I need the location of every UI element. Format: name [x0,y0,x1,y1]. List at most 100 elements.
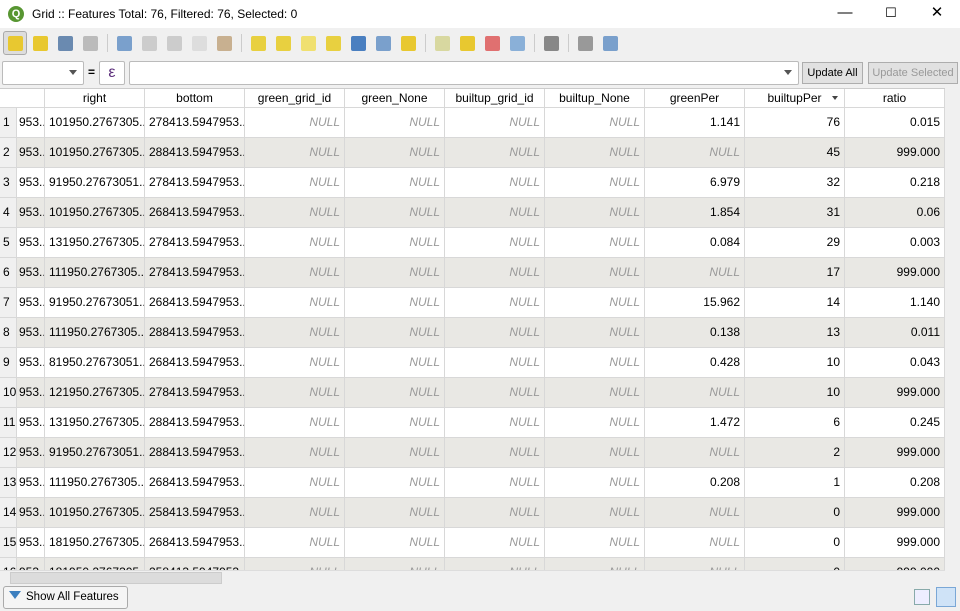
table-cell[interactable]: 101950.2767305... [45,498,145,528]
table-cell[interactable]: NULL [545,228,645,258]
table-cell[interactable]: 278413.5947953... [145,258,245,288]
column-header[interactable]: greenPer [645,89,745,108]
table-cell[interactable]: 91950.27673051... [45,168,145,198]
table-row[interactable]: 2953...101950.2767305...288413.5947953..… [0,138,945,168]
table-cell[interactable]: NULL [445,228,545,258]
table-cell[interactable]: NULL [545,288,645,318]
table-cell[interactable]: 999.000 [845,138,945,168]
table-row[interactable]: 9953...81950.27673051...268413.5947953..… [0,348,945,378]
new-field-button[interactable] [455,31,479,55]
column-header[interactable]: builtup_grid_id [445,89,545,108]
filter-select-button[interactable] [346,31,370,55]
table-cell[interactable]: NULL [545,528,645,558]
table-cell[interactable]: NULL [345,408,445,438]
table-cell[interactable]: 101950.2767305... [45,198,145,228]
table-cell[interactable]: 14 [745,288,845,318]
table-cell[interactable]: NULL [345,378,445,408]
column-header[interactable]: ratio [845,89,945,108]
row-number[interactable]: 16 [0,558,17,570]
table-cell[interactable]: 0.003 [845,228,945,258]
table-cell[interactable]: 121950.2767305... [45,378,145,408]
row-number[interactable]: 10 [0,378,17,408]
table-cell[interactable]: NULL [545,168,645,198]
table-cell[interactable]: 1.141 [645,108,745,138]
table-cell[interactable]: NULL [645,138,745,168]
table-cell[interactable]: 999.000 [845,558,945,570]
table-row[interactable]: 15953...181950.2767305...268413.5947953.… [0,528,945,558]
table-cell[interactable]: 999.000 [845,258,945,288]
table-cell[interactable]: 0.06 [845,198,945,228]
table-cell[interactable]: 288413.5947953... [145,138,245,168]
horizontal-scrollbar[interactable] [0,570,945,584]
table-cell[interactable]: NULL [445,138,545,168]
save-edits-button[interactable] [53,31,77,55]
table-cell[interactable]: NULL [545,468,645,498]
table-cell[interactable]: NULL [345,138,445,168]
column-header[interactable]: builtupPer [745,89,845,108]
maximize-button[interactable]: ☐ [868,0,914,28]
table-cell[interactable]: NULL [645,378,745,408]
row-number[interactable]: 2 [0,138,17,168]
table-cell[interactable]: NULL [645,438,745,468]
table-cell[interactable]: 268413.5947953... [145,348,245,378]
table-cell[interactable]: 953... [17,438,45,468]
table-cell[interactable]: 999.000 [845,438,945,468]
column-header[interactable]: right [45,89,145,108]
table-cell[interactable]: 0 [745,498,845,528]
expression-builder-button[interactable]: ε [99,61,125,85]
column-header[interactable] [0,89,45,108]
select-by-expression-button[interactable] [246,31,270,55]
table-cell[interactable]: 999.000 [845,378,945,408]
table-row[interactable]: 3953...91950.27673051...278413.5947953..… [0,168,945,198]
table-cell[interactable]: 29 [745,228,845,258]
table-cell[interactable]: 999.000 [845,528,945,558]
table-cell[interactable]: 278413.5947953... [145,228,245,258]
table-cell[interactable]: NULL [245,348,345,378]
table-cell[interactable]: NULL [445,408,545,438]
cut-button[interactable] [162,31,186,55]
table-cell[interactable]: NULL [545,498,645,528]
table-cell[interactable]: NULL [245,528,345,558]
table-cell[interactable]: 0.208 [645,468,745,498]
table-cell[interactable]: NULL [445,558,545,570]
table-cell[interactable]: 953... [17,558,45,570]
table-cell[interactable]: 278413.5947953... [145,168,245,198]
table-row[interactable]: 8953...111950.2767305...288413.5947953..… [0,318,945,348]
table-cell[interactable]: 181950.2767305... [45,558,145,570]
select-all-button[interactable] [271,31,295,55]
table-cell[interactable]: 953... [17,408,45,438]
table-cell[interactable]: NULL [245,198,345,228]
update-all-button[interactable]: Update All [802,62,863,84]
table-cell[interactable]: 258413.5947953... [145,498,245,528]
table-cell[interactable]: 1.472 [645,408,745,438]
table-cell[interactable]: NULL [245,258,345,288]
table-cell[interactable]: 6.979 [645,168,745,198]
table-cell[interactable]: NULL [345,108,445,138]
table-cell[interactable]: 0.218 [845,168,945,198]
field-calculator-button[interactable] [505,31,529,55]
table-row[interactable]: 7953...91950.27673051...268413.5947953..… [0,288,945,318]
table-cell[interactable]: NULL [245,468,345,498]
add-feature-button[interactable] [112,31,136,55]
table-cell[interactable]: 0 [745,558,845,570]
row-number[interactable]: 1 [0,108,17,138]
multi-edit-button[interactable] [28,31,52,55]
table-cell[interactable]: 953... [17,288,45,318]
table-cell[interactable]: 1 [745,468,845,498]
table-cell[interactable]: 131950.2767305... [45,228,145,258]
conditional-formatting-button[interactable] [539,31,563,55]
row-number[interactable]: 4 [0,198,17,228]
table-cell[interactable]: 268413.5947953... [145,528,245,558]
table-cell[interactable]: NULL [645,528,745,558]
table-cell[interactable]: 0.245 [845,408,945,438]
table-cell[interactable]: 31 [745,198,845,228]
table-cell[interactable]: 1.140 [845,288,945,318]
table-cell[interactable]: NULL [445,378,545,408]
table-cell[interactable]: NULL [545,558,645,570]
table-cell[interactable]: NULL [445,258,545,288]
table-cell[interactable]: NULL [245,408,345,438]
table-cell[interactable]: NULL [545,408,645,438]
table-cell[interactable]: 953... [17,108,45,138]
table-cell[interactable]: 278413.5947953... [145,378,245,408]
table-cell[interactable]: NULL [245,228,345,258]
